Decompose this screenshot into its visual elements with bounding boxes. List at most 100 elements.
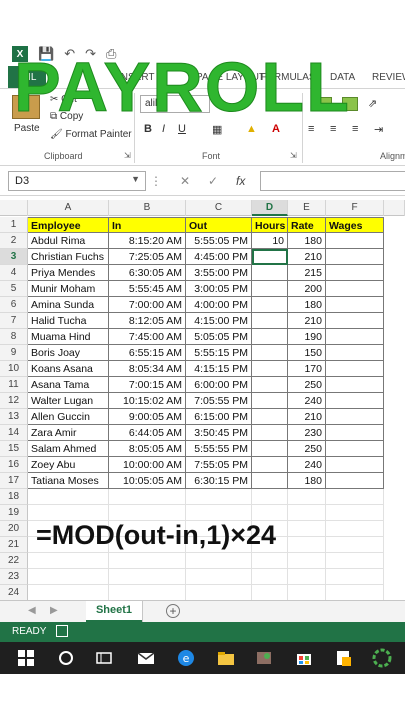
- table-cell-rate[interactable]: 190: [288, 329, 326, 345]
- table-cell-employee[interactable]: Zoey Abu: [28, 457, 109, 473]
- row-header[interactable]: 10: [0, 361, 28, 377]
- task-view-icon[interactable]: [94, 648, 114, 668]
- table-cell-rate[interactable]: 215: [288, 265, 326, 281]
- table-cell-wages[interactable]: [326, 313, 384, 329]
- empty-cell[interactable]: [252, 585, 288, 601]
- orientation-icon[interactable]: ⇗: [368, 97, 377, 110]
- empty-cell[interactable]: [288, 537, 326, 553]
- add-sheet-icon[interactable]: +: [166, 604, 180, 618]
- empty-cell[interactable]: [186, 489, 252, 505]
- empty-cell[interactable]: [28, 489, 109, 505]
- table-cell-employee[interactable]: Amina Sunda: [28, 297, 109, 313]
- table-cell-in[interactable]: 8:15:20 AM: [109, 233, 186, 249]
- table-cell-hours[interactable]: [252, 297, 288, 313]
- empty-cell[interactable]: [326, 521, 384, 537]
- table-cell-rate[interactable]: 150: [288, 345, 326, 361]
- enter-icon[interactable]: ✓: [208, 174, 218, 188]
- indent-icon[interactable]: ⇥: [374, 123, 383, 136]
- table-cell-hours[interactable]: [252, 393, 288, 409]
- column-header-c[interactable]: C: [186, 200, 252, 216]
- table-cell-hours[interactable]: [252, 281, 288, 297]
- table-cell-rate[interactable]: 210: [288, 249, 326, 265]
- empty-cell[interactable]: [252, 553, 288, 569]
- row-header[interactable]: 18: [0, 489, 28, 505]
- row-header[interactable]: 13: [0, 409, 28, 425]
- table-cell-in[interactable]: 6:30:05 AM: [109, 265, 186, 281]
- empty-cell[interactable]: [288, 489, 326, 505]
- windows-start-icon[interactable]: [16, 648, 36, 668]
- file-explorer-icon[interactable]: [216, 648, 236, 668]
- table-cell-in[interactable]: 7:00:00 AM: [109, 297, 186, 313]
- table-cell-wages[interactable]: [326, 329, 384, 345]
- row-header[interactable]: 9: [0, 345, 28, 361]
- empty-cell[interactable]: [326, 569, 384, 585]
- table-cell-rate[interactable]: 180: [288, 233, 326, 249]
- table-cell-rate[interactable]: 180: [288, 297, 326, 313]
- table-cell-rate[interactable]: 210: [288, 313, 326, 329]
- table-cell-rate[interactable]: 210: [288, 409, 326, 425]
- column-header-g[interactable]: [384, 200, 405, 216]
- table-cell-out[interactable]: 5:55:55 PM: [186, 441, 252, 457]
- table-cell-employee[interactable]: Tatiana Moses: [28, 473, 109, 489]
- sheet-next-icon[interactable]: ▶: [50, 605, 58, 616]
- header-cell-in[interactable]: In: [109, 217, 186, 233]
- header-cell-rate[interactable]: Rate: [288, 217, 326, 233]
- table-cell-out[interactable]: 6:00:00 PM: [186, 377, 252, 393]
- row-header[interactable]: 6: [0, 297, 28, 313]
- column-header-d[interactable]: D: [252, 200, 288, 216]
- table-cell-employee[interactable]: Halid Tucha: [28, 313, 109, 329]
- header-cell-hours[interactable]: Hours: [252, 217, 288, 233]
- empty-cell[interactable]: [288, 585, 326, 601]
- table-cell-employee[interactable]: Allen Guccin: [28, 409, 109, 425]
- clipboard-launcher-icon[interactable]: ⇲: [124, 151, 131, 160]
- empty-cell[interactable]: [28, 569, 109, 585]
- empty-cell[interactable]: [252, 569, 288, 585]
- empty-cell[interactable]: [28, 505, 109, 521]
- table-cell-rate[interactable]: 230: [288, 425, 326, 441]
- row-header[interactable]: 24: [0, 585, 28, 601]
- empty-cell[interactable]: [288, 569, 326, 585]
- table-cell-employee[interactable]: Abdul Rima: [28, 233, 109, 249]
- row-header[interactable]: 22: [0, 553, 28, 569]
- table-cell-out[interactable]: 5:55:05 PM: [186, 233, 252, 249]
- table-cell-employee[interactable]: Christian Fuchs: [28, 249, 109, 265]
- table-cell-employee[interactable]: Salam Ahmed: [28, 441, 109, 457]
- empty-cell[interactable]: [326, 585, 384, 601]
- empty-cell[interactable]: [326, 553, 384, 569]
- table-cell-rate[interactable]: 170: [288, 361, 326, 377]
- row-header[interactable]: 16: [0, 457, 28, 473]
- table-cell-hours[interactable]: [252, 457, 288, 473]
- table-cell-hours[interactable]: 10: [252, 233, 288, 249]
- empty-cell[interactable]: [288, 553, 326, 569]
- table-cell-out[interactable]: 3:55:00 PM: [186, 265, 252, 281]
- empty-cell[interactable]: [109, 569, 186, 585]
- edge-browser-icon[interactable]: e: [176, 648, 196, 668]
- search-icon[interactable]: [56, 648, 76, 668]
- table-cell-in[interactable]: 10:00:00 AM: [109, 457, 186, 473]
- column-header-f[interactable]: F: [326, 200, 384, 216]
- table-cell-out[interactable]: 6:30:15 PM: [186, 473, 252, 489]
- table-cell-rate[interactable]: 240: [288, 457, 326, 473]
- table-cell-out[interactable]: 4:15:00 PM: [186, 313, 252, 329]
- table-cell-in[interactable]: 8:05:05 AM: [109, 441, 186, 457]
- app-icon[interactable]: [372, 648, 392, 668]
- column-header-e[interactable]: E: [288, 200, 326, 216]
- table-cell-employee[interactable]: Priya Mendes: [28, 265, 109, 281]
- empty-cell[interactable]: [326, 537, 384, 553]
- table-cell-hours[interactable]: [252, 329, 288, 345]
- insert-function-icon[interactable]: fx: [236, 174, 245, 188]
- table-cell-wages[interactable]: [326, 457, 384, 473]
- table-cell-out[interactable]: 4:15:15 PM: [186, 361, 252, 377]
- table-cell-out[interactable]: 7:05:55 PM: [186, 393, 252, 409]
- table-cell-in[interactable]: 8:05:34 AM: [109, 361, 186, 377]
- table-cell-out[interactable]: 5:05:05 PM: [186, 329, 252, 345]
- row-header[interactable]: 11: [0, 377, 28, 393]
- empty-cell[interactable]: [288, 521, 326, 537]
- row-header[interactable]: 23: [0, 569, 28, 585]
- column-header-a[interactable]: A: [28, 200, 109, 216]
- row-header[interactable]: 3: [0, 249, 28, 265]
- empty-cell[interactable]: [109, 553, 186, 569]
- row-header[interactable]: 1: [0, 217, 28, 233]
- table-cell-wages[interactable]: [326, 425, 384, 441]
- table-cell-hours[interactable]: [252, 361, 288, 377]
